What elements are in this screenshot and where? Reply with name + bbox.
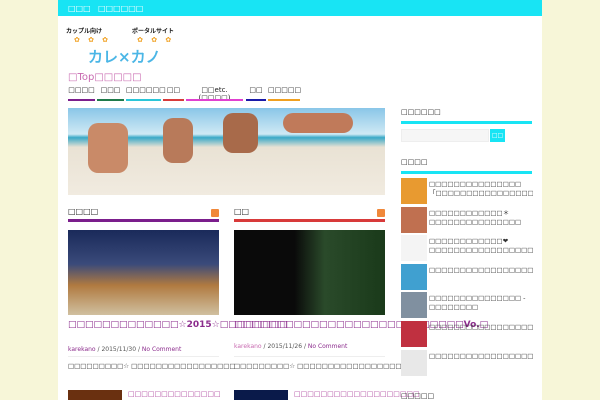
person-shape: [283, 113, 353, 133]
nav-item[interactable]: □□□□: [68, 86, 95, 98]
nav-underline: [68, 99, 95, 101]
post-date: 2015/11/26: [267, 343, 303, 350]
post-thumbnail[interactable]: [234, 390, 288, 400]
recent-post-title[interactable]: □□□□□□□□□□□□❤□□□□□□□□□□□□□□□□□□□□□: [429, 237, 533, 255]
site-title: □Top□□□□□: [68, 72, 142, 83]
recent-post-title[interactable]: □□□□□□□□□□□□＊□□□□□□□□□□□□□□□: [429, 209, 533, 227]
rss-icon[interactable]: [211, 209, 219, 217]
recent-post-thumbnail[interactable]: [401, 206, 427, 233]
post-thumbnail[interactable]: [68, 390, 122, 400]
post-meta: karekano / 2015/11/30 / No Comment: [68, 346, 182, 353]
person-shape: [223, 113, 258, 153]
topbar-link-1[interactable]: □□□: [68, 4, 91, 13]
nav-underline: [246, 99, 266, 101]
post-title[interactable]: □□□□□□□□□□□□□☆2015☆□□□□□□□□: [68, 320, 288, 331]
topbar-link-2[interactable]: □□□□□□: [98, 4, 143, 13]
logo-tagline-right: ポータルサイト: [132, 28, 175, 35]
recent-post-thumbnail[interactable]: [401, 321, 427, 347]
section-divider: [234, 219, 385, 222]
recent-post[interactable]: □□□□□□□□□□□□□□□□□□□□□□□□□□: [401, 349, 533, 376]
post-author[interactable]: karekano: [234, 343, 262, 350]
post-thumbnail[interactable]: [234, 230, 385, 315]
divider: [401, 171, 532, 174]
nav-item[interactable]: □□□□□□: [126, 86, 166, 98]
divider: [401, 121, 532, 124]
logo-tagline-left: カップル向け: [66, 28, 103, 35]
recent-post-thumbnail[interactable]: [401, 178, 427, 204]
logo-name: カレ×カノ: [88, 48, 161, 66]
recent-post-title[interactable]: □□□□□□□□□□□□□□□□□□□□□□□□□□□□: [429, 323, 533, 332]
nav-underline: [126, 99, 161, 101]
post-title[interactable]: □□□□□□□□□□□□□□□□□□□□□□□□□□□Vo.□: [234, 320, 488, 331]
nav-underline: [163, 99, 184, 101]
nav-underline: [97, 99, 124, 101]
nav-item[interactable]: □□: [246, 86, 266, 98]
recent-post-thumbnail[interactable]: [401, 235, 427, 262]
rss-icon[interactable]: [377, 209, 385, 217]
person-shape: [163, 118, 193, 163]
recent-post[interactable]: □□□□□□□□□□□□＊□□□□□□□□□□□□□□□: [401, 206, 533, 233]
section-title: □□: [234, 207, 250, 216]
post-date: 2015/11/30: [101, 346, 137, 353]
recent-widget-title: □□□□: [401, 158, 428, 166]
nav-underline: [186, 99, 243, 101]
post-meta: karekano / 2015/11/26 / No Comment: [234, 343, 348, 350]
recent-post[interactable]: □□□□□□□□□□□□□□□□□□□□□□□□□□□□□□□: [401, 263, 533, 290]
post-excerpt: □□□□□□□□□☆ □□□□□□□□□□□□□□□□□: [234, 362, 402, 370]
search-button[interactable]: □□: [490, 129, 505, 142]
person-shape: [88, 123, 128, 173]
logo-stars: ✿ ✿ ✿ ✿ ✿ ✿: [74, 36, 175, 44]
recent-post[interactable]: □□□□□□□□□□□□□□□□□□□□□□□□□□□□: [401, 321, 533, 347]
section-title: □□□□: [68, 207, 99, 216]
recent-post-thumbnail[interactable]: [401, 349, 427, 376]
nav-item[interactable]: □□etc.(□□□□): [186, 86, 243, 106]
site-logo[interactable]: カップル向け ポータルサイト ✿ ✿ ✿ ✿ ✿ ✿ カレ×カノ: [66, 26, 182, 76]
recent-post-title[interactable]: □□□□□□□□□□□□□□□□□□□□□□□□□□□□□□□: [429, 266, 533, 275]
nav-item[interactable]: □□□□□: [268, 86, 301, 98]
divider: [234, 356, 385, 357]
post-comments[interactable]: No Comment: [308, 343, 347, 350]
recent-post[interactable]: □□□□□□□□□□□□❤□□□□□□□□□□□□□□□□□□□□□: [401, 235, 533, 262]
post-comments[interactable]: No Comment: [142, 346, 181, 353]
search-input[interactable]: [401, 129, 489, 142]
nav-underline: [268, 99, 300, 101]
post-title[interactable]: □□□□□□□□□□□□□□: [128, 389, 221, 400]
recent-post-title[interactable]: □□□□□□□□□□□□□□□□□□□□□□□□□□: [429, 352, 533, 361]
recent-post-title[interactable]: □□□□□□□□□□□□□□□「□□□□□□□□□□□□□□□□□: [429, 180, 533, 198]
recent-post-thumbnail[interactable]: [401, 292, 427, 319]
recent-post-thumbnail[interactable]: [401, 263, 427, 290]
nav-item[interactable]: □□: [163, 86, 184, 98]
recent-post[interactable]: □□□□□□□□□□□□□□□ - □□□□□□□□: [401, 292, 533, 319]
widget-title: □□□□□: [401, 392, 435, 400]
post-thumbnail[interactable]: [68, 230, 219, 315]
search-widget-title: □□□□□□: [401, 108, 441, 116]
section-divider: [68, 219, 219, 222]
top-bar: □□□ □□□□□□: [58, 0, 542, 16]
post-author[interactable]: karekano: [68, 346, 96, 353]
nav-item[interactable]: □□□: [97, 86, 124, 98]
hero-image[interactable]: [68, 108, 385, 195]
post-excerpt: □□□□□□□□□☆ □□□□□□□□□□□□□□□□□: [68, 362, 236, 370]
recent-post-title[interactable]: □□□□□□□□□□□□□□□ - □□□□□□□□: [429, 294, 533, 312]
recent-post[interactable]: □□□□□□□□□□□□□□□「□□□□□□□□□□□□□□□□□: [401, 178, 533, 204]
divider: [68, 356, 219, 357]
